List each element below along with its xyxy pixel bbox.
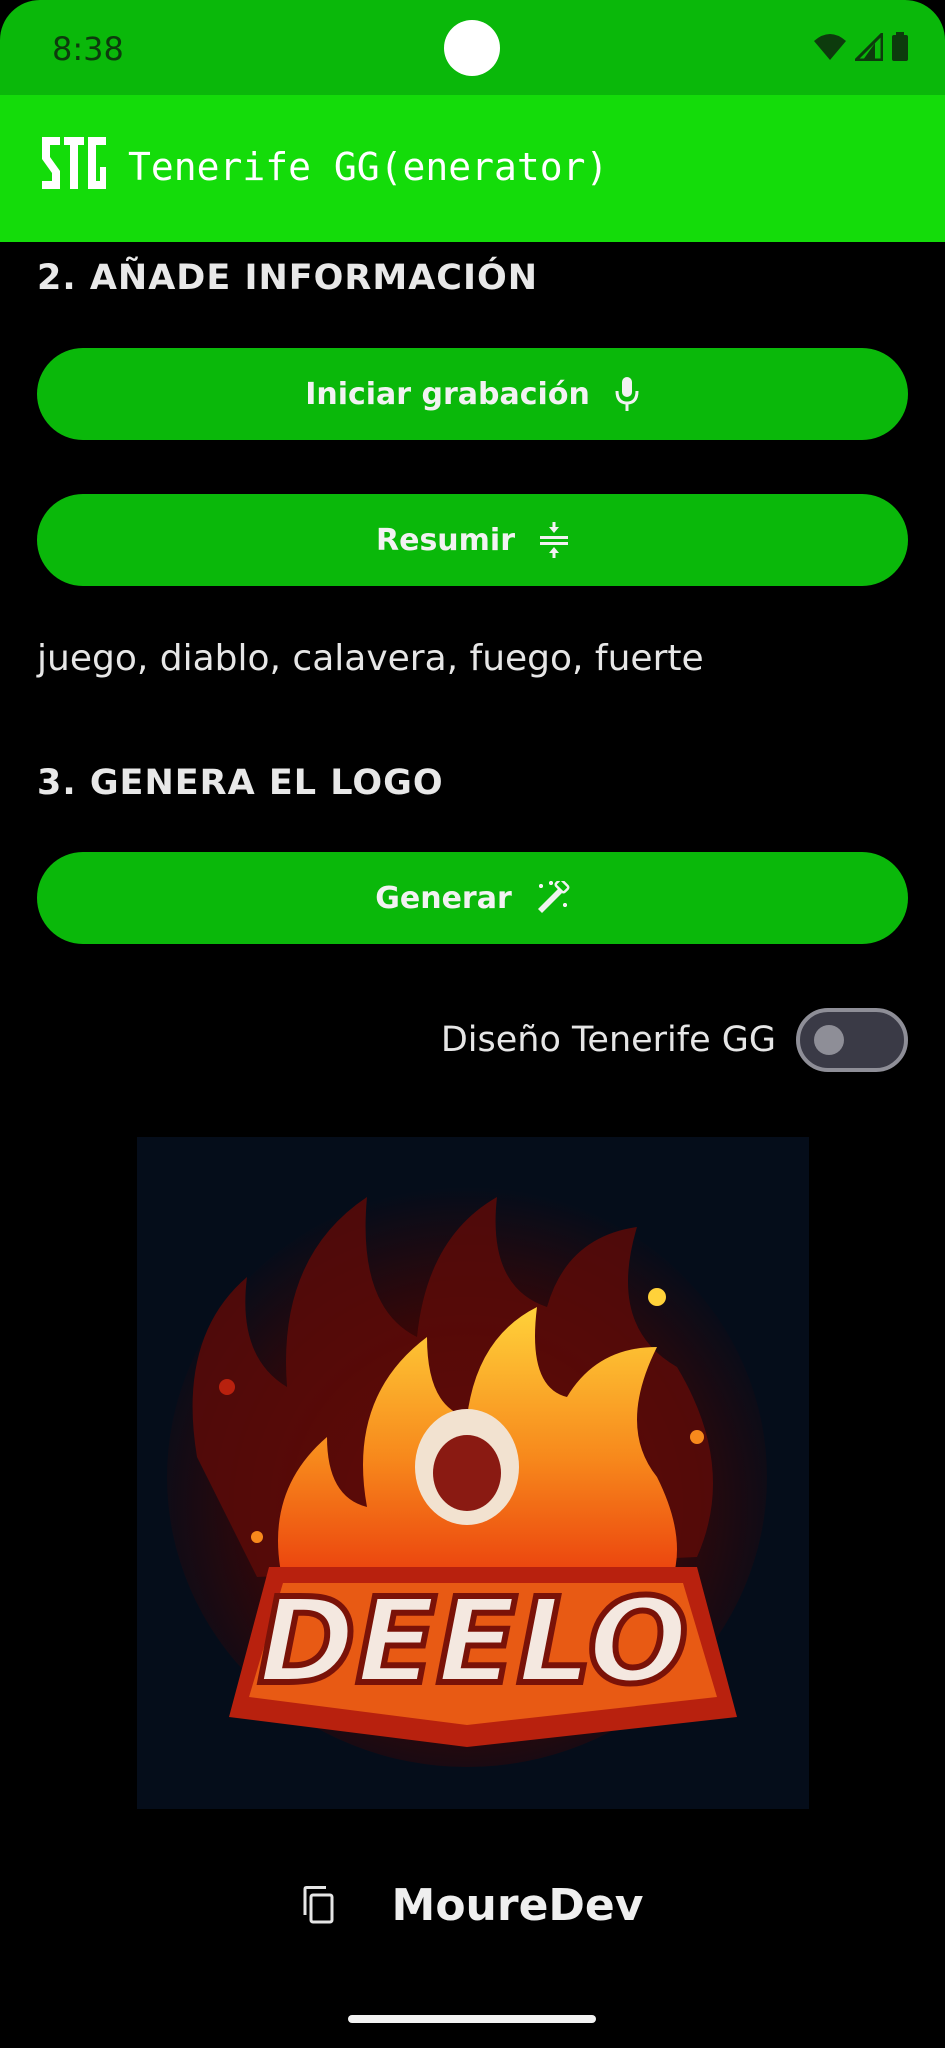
record-button-label: Iniciar grabación xyxy=(305,376,590,412)
home-indicator[interactable] xyxy=(348,2015,596,2023)
summarize-button-label: Resumir xyxy=(376,522,515,558)
camera-cutout xyxy=(444,20,500,76)
summarize-button[interactable]: Resumir xyxy=(37,494,908,586)
generated-logo-image: DEELO xyxy=(137,1137,809,1809)
footer-name[interactable]: MoureDev xyxy=(392,1880,644,1931)
signal-icon xyxy=(855,33,883,61)
design-toggle-row: Diseño Tenerife GG xyxy=(441,1008,908,1072)
design-toggle-switch[interactable] xyxy=(796,1008,908,1072)
copy-icon[interactable] xyxy=(302,1886,334,1924)
section-title-info: 2. AÑADE INFORMACIÓN xyxy=(37,258,539,298)
app-title: Tenerife GG(enerator) xyxy=(128,145,609,189)
compress-icon xyxy=(540,522,568,558)
generate-button[interactable]: Generar xyxy=(37,852,908,944)
battery-icon xyxy=(892,32,908,61)
generated-logo-wordmark: DEELO xyxy=(258,1572,688,1710)
section-title-logo: 3. GENERA EL LOGO xyxy=(37,763,444,803)
mic-icon xyxy=(615,377,639,411)
keywords-text: juego, diablo, calavera, fuego, fuerte xyxy=(37,638,704,679)
status-bar: 8:38 xyxy=(0,0,945,95)
generate-button-label: Generar xyxy=(375,880,512,916)
generated-logo-art: DEELO xyxy=(137,1137,809,1809)
record-button[interactable]: Iniciar grabación xyxy=(37,348,908,440)
wifi-icon xyxy=(814,34,846,60)
status-time: 8:38 xyxy=(52,30,124,68)
tenerife-gg-logo xyxy=(42,137,106,189)
app-bar: Tenerife GG(enerator) xyxy=(0,95,945,242)
toggle-knob xyxy=(814,1025,844,1055)
status-icons xyxy=(813,32,909,62)
magic-wand-icon xyxy=(537,881,570,913)
footer: MoureDev xyxy=(0,1870,945,1940)
design-toggle-label: Diseño Tenerife GG xyxy=(440,1020,776,1060)
